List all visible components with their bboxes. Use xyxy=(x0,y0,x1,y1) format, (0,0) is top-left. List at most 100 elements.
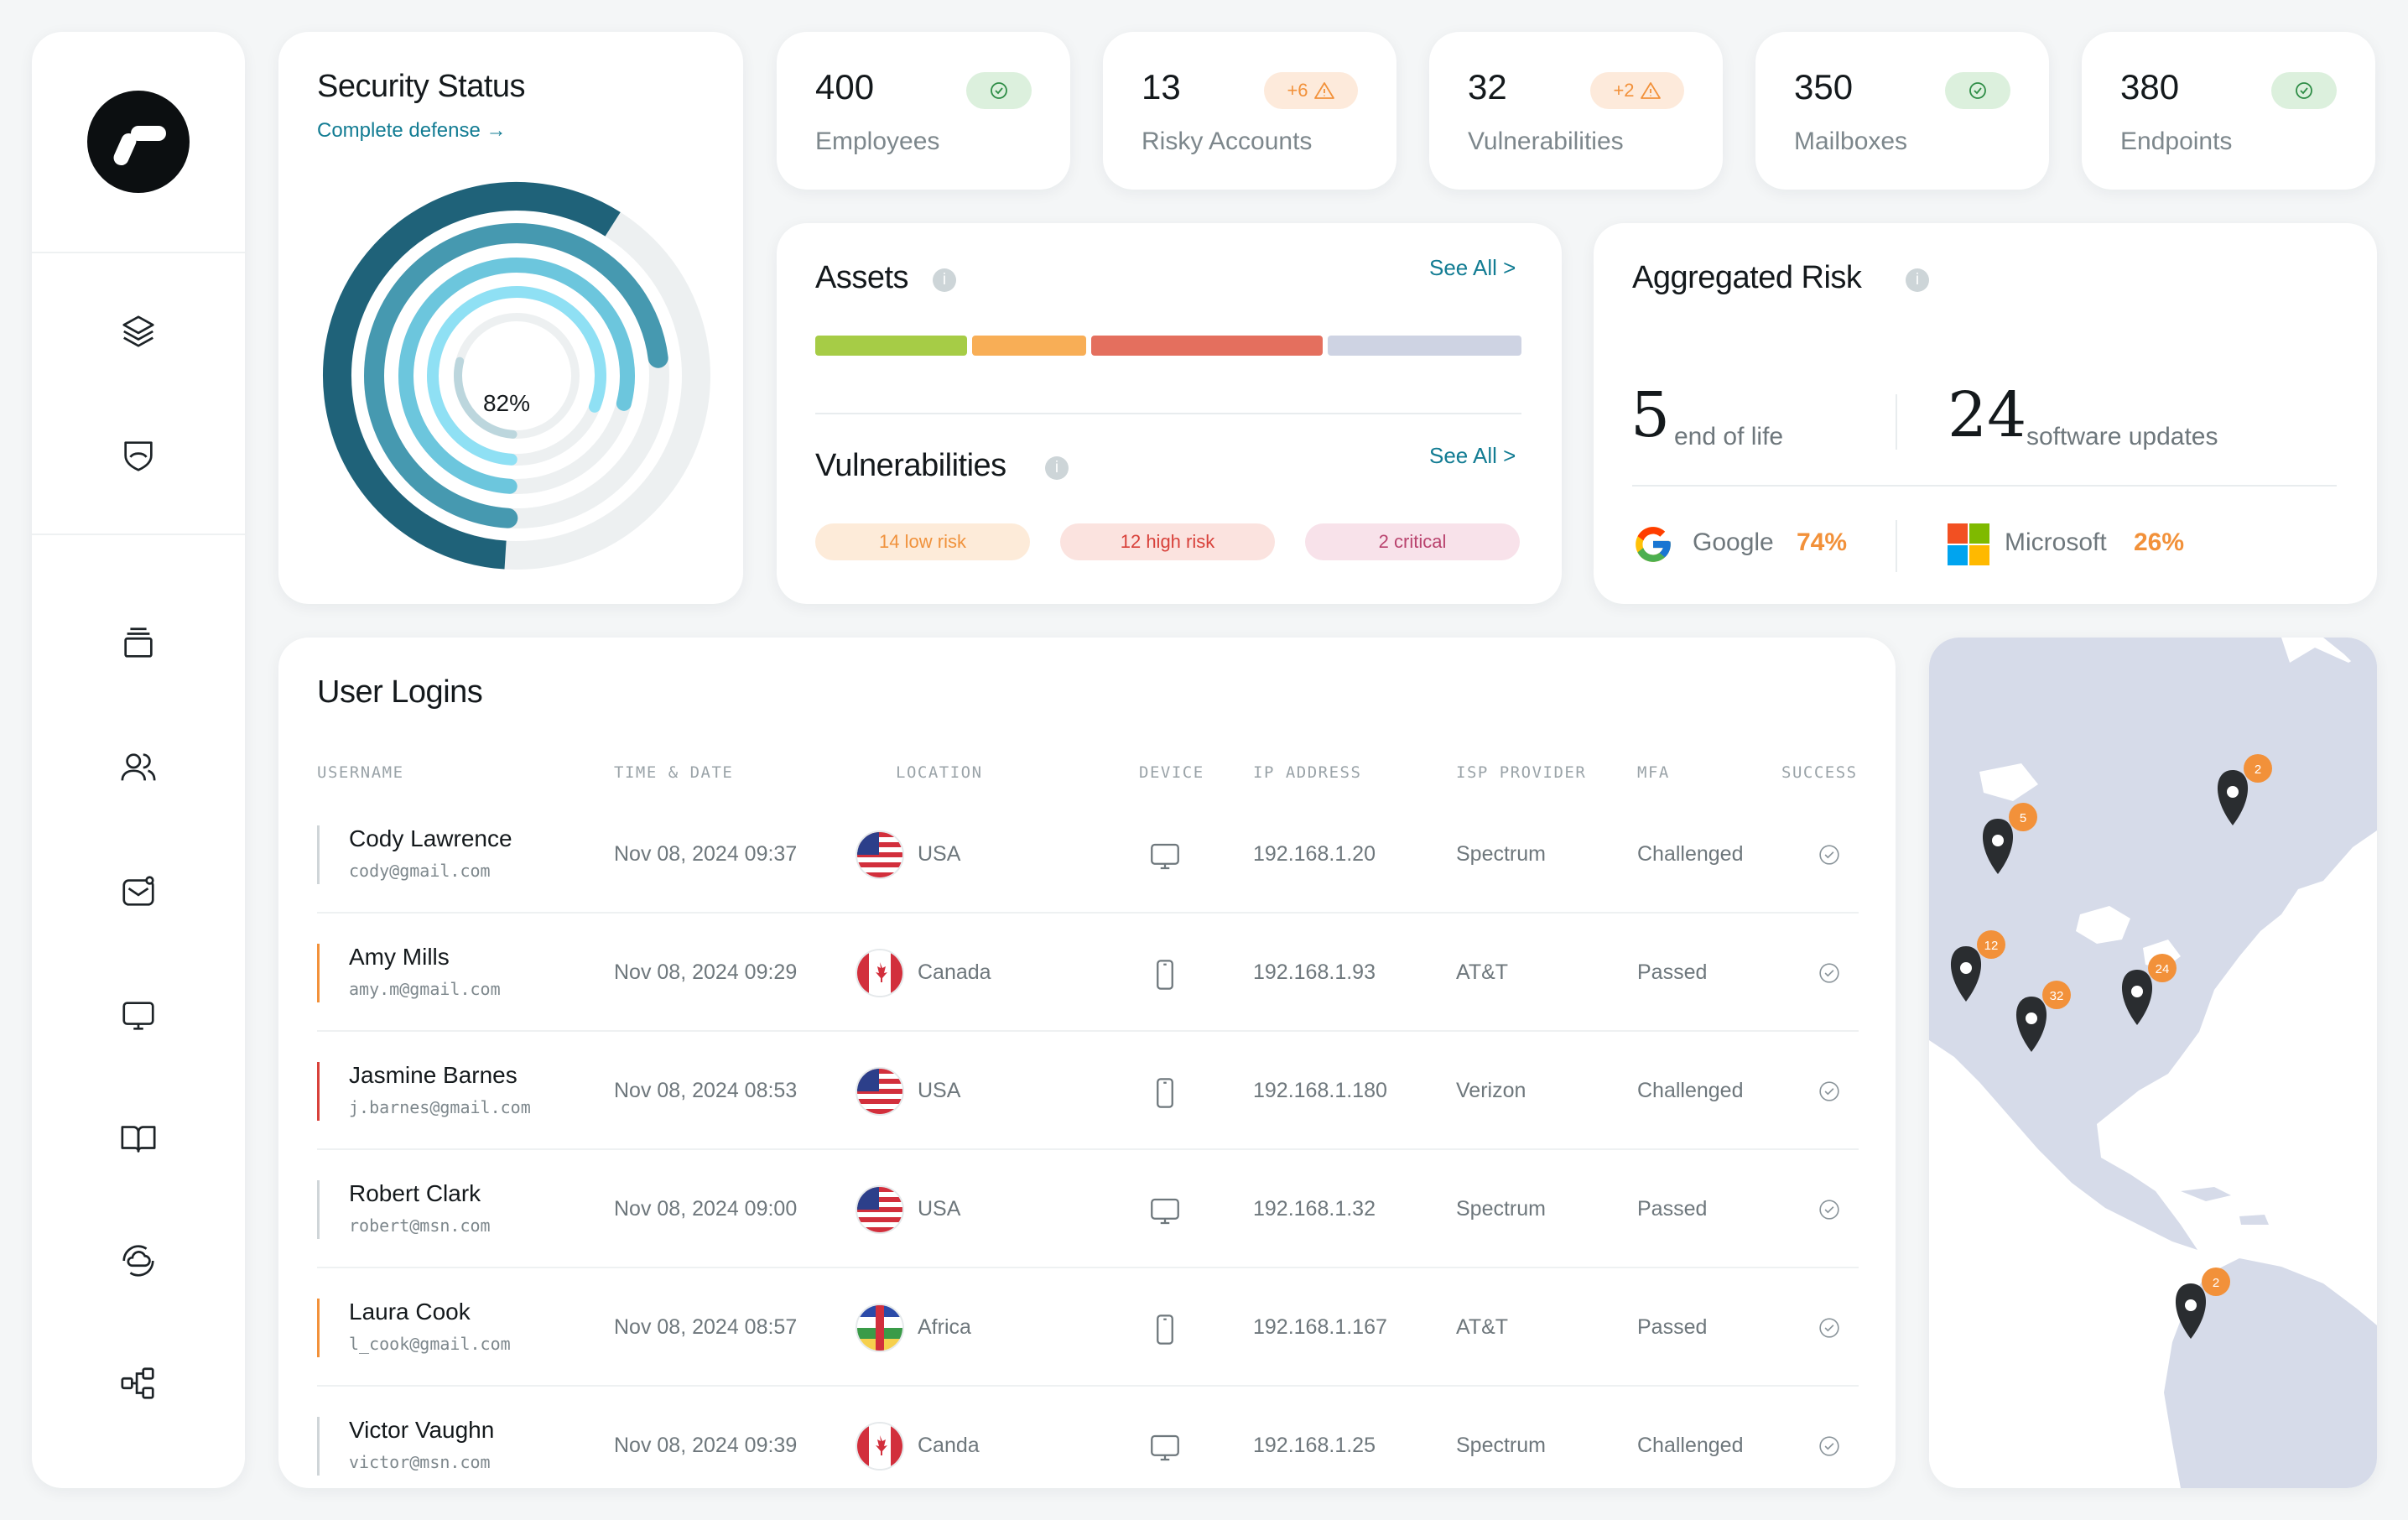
login-time: Nov 08, 2024 09:39 xyxy=(614,1434,798,1457)
isp-provider: Spectrum xyxy=(1456,842,1546,866)
login-time: Nov 08, 2024 09:00 xyxy=(614,1197,798,1221)
stat-value: 400 xyxy=(815,67,875,107)
desktop-device-icon xyxy=(1151,1198,1179,1225)
warning-triangle-icon xyxy=(1640,82,1661,99)
username: Amy Mills xyxy=(349,944,450,970)
map-canvas[interactable]: 5 2 12 24 32 2 xyxy=(1929,638,2377,1488)
stat-label: Mailboxes xyxy=(1794,128,1908,155)
map-pin-count: 12 xyxy=(1984,939,1999,953)
column-header-success[interactable]: SUCCESS xyxy=(1781,763,1858,782)
low-risk-pill[interactable]: 14 low risk xyxy=(815,523,1030,560)
location-flag xyxy=(856,1067,904,1116)
security-status-card: Security Status Complete defense → 82% xyxy=(278,32,743,604)
info-icon[interactable]: i xyxy=(1045,456,1069,480)
username: Jasmine Barnes xyxy=(349,1062,517,1088)
mfa-status: Challenged xyxy=(1637,1434,1744,1457)
status-badge xyxy=(2271,72,2337,109)
mfa-status: Challenged xyxy=(1637,1079,1744,1102)
section-divider xyxy=(815,413,1521,414)
username: Victor Vaughn xyxy=(349,1417,495,1443)
column-header-time[interactable]: TIME & DATE xyxy=(614,763,733,782)
desktop-device-icon xyxy=(1151,843,1179,870)
layers-icon[interactable] xyxy=(119,312,158,351)
monitor-icon[interactable] xyxy=(119,997,158,1035)
high-risk-pill[interactable]: 12 high risk xyxy=(1060,523,1275,560)
vulnerabilities-title: Vulnerabilities xyxy=(815,448,1006,483)
usa-flag-icon xyxy=(857,1187,902,1232)
user-email: victor@msn.com xyxy=(349,1452,491,1472)
row-status-marker xyxy=(317,1417,320,1476)
sidebar xyxy=(32,32,245,1488)
assets-bar-segment[interactable] xyxy=(1091,336,1323,356)
stat-card-endpoints[interactable]: 380 Endpoints xyxy=(2082,32,2375,190)
stat-card-vulnerabilities[interactable]: 32 Vulnerabilities +2 xyxy=(1429,32,1723,190)
username: Laura Cook xyxy=(349,1299,471,1325)
assets-bar-segment[interactable] xyxy=(972,336,1086,356)
success-check-icon xyxy=(1819,1081,1839,1101)
location-name: Canada xyxy=(918,960,991,984)
table-row[interactable]: Robert Clark robert@msn.com Nov 08, 2024 0… xyxy=(317,1150,1859,1268)
assets-title: Assets xyxy=(815,260,909,295)
info-icon[interactable]: i xyxy=(1906,268,1929,292)
isp-provider: Verizon xyxy=(1456,1079,1526,1102)
usa-flag-icon xyxy=(857,1069,902,1114)
login-time: Nov 08, 2024 08:53 xyxy=(614,1079,798,1102)
table-row[interactable]: Laura Cook l_cook@gmail.com Nov 08, 2024 0… xyxy=(317,1268,1859,1387)
assets-see-all-link[interactable]: See All > xyxy=(1429,255,1516,281)
user-email: amy.m@gmail.com xyxy=(349,979,501,999)
network-icon[interactable] xyxy=(119,1364,158,1403)
vendor-google-percent: 74% xyxy=(1797,528,1848,556)
assets-bar-segment[interactable] xyxy=(1328,336,1521,356)
map-pin-count: 2 xyxy=(2255,763,2261,777)
table-row[interactable]: Jasmine Barnes j.barnes@gmail.com Nov 08, … xyxy=(317,1032,1859,1150)
sync-cloud-icon[interactable] xyxy=(119,1242,158,1280)
stat-value: 13 xyxy=(1142,67,1181,107)
users-icon[interactable] xyxy=(119,748,158,787)
book-icon[interactable] xyxy=(119,1119,158,1158)
success-check-icon xyxy=(1819,1436,1839,1456)
app-logo[interactable] xyxy=(87,91,190,193)
stat-value: 380 xyxy=(2120,67,2180,107)
stat-card-employees[interactable]: 400 Employees xyxy=(777,32,1070,190)
stat-card-risky-accounts[interactable]: 13 Risky Accounts +6 xyxy=(1103,32,1396,190)
table-row[interactable]: Victor Vaughn victor@msn.com Nov 08, 2024 … xyxy=(317,1387,1859,1505)
aggregated-risk-title: Aggregated Risk xyxy=(1632,260,1862,295)
mobile-device-icon xyxy=(1157,1078,1173,1108)
info-icon[interactable]: i xyxy=(933,268,956,292)
status-badge: +2 xyxy=(1590,72,1684,109)
map-pin-count: 5 xyxy=(2020,811,2026,825)
login-time: Nov 08, 2024 09:37 xyxy=(614,842,798,866)
mobile-device-icon xyxy=(1157,1314,1173,1345)
vendor-google-label: Google xyxy=(1693,528,1774,556)
row-status-marker xyxy=(317,1062,320,1121)
table-row[interactable]: Amy Mills amy.m@gmail.com Nov 08, 2024 09:… xyxy=(317,914,1859,1032)
check-circle-icon xyxy=(2296,82,2312,99)
complete-defense-link[interactable]: Complete defense → xyxy=(317,119,506,143)
column-header-location[interactable]: LOCATION xyxy=(896,763,983,782)
column-header-device[interactable]: DEVICE xyxy=(1139,763,1204,782)
check-circle-icon xyxy=(1969,82,1986,99)
vertical-divider xyxy=(1896,520,1897,572)
stack-icon[interactable] xyxy=(119,624,158,663)
column-header-isp[interactable]: ISP PROVIDER xyxy=(1456,763,1586,782)
ip-address: 192.168.1.93 xyxy=(1253,960,1376,984)
vulnerabilities-see-all-link[interactable]: See All > xyxy=(1429,443,1516,469)
critical-pill[interactable]: 2 critical xyxy=(1305,523,1520,560)
column-header-username[interactable]: USERNAME xyxy=(317,763,404,782)
login-locations-map[interactable]: 5 2 12 24 32 2 xyxy=(1929,638,2377,1488)
vendor-microsoft-percent: 26% xyxy=(2134,528,2185,556)
location-name: USA xyxy=(918,1079,961,1102)
row-status-marker xyxy=(317,944,320,1002)
column-header-ip[interactable]: IP ADDRESS xyxy=(1253,763,1361,782)
shield-icon[interactable] xyxy=(119,436,158,475)
mail-notification-icon[interactable] xyxy=(119,872,158,911)
stat-value: 350 xyxy=(1794,67,1854,107)
stat-card-mailboxes[interactable]: 350 Mailboxes xyxy=(1755,32,2049,190)
user-email: j.barnes@gmail.com xyxy=(349,1097,531,1117)
mfa-status: Passed xyxy=(1637,960,1708,984)
assets-bar-segment[interactable] xyxy=(815,336,967,356)
google-logo-icon xyxy=(1636,527,1671,562)
canada-flag-icon xyxy=(857,1424,902,1469)
table-row[interactable]: Cody Lawrence cody@gmail.com Nov 08, 2024 … xyxy=(317,795,1859,914)
column-header-mfa[interactable]: MFA xyxy=(1637,763,1670,782)
